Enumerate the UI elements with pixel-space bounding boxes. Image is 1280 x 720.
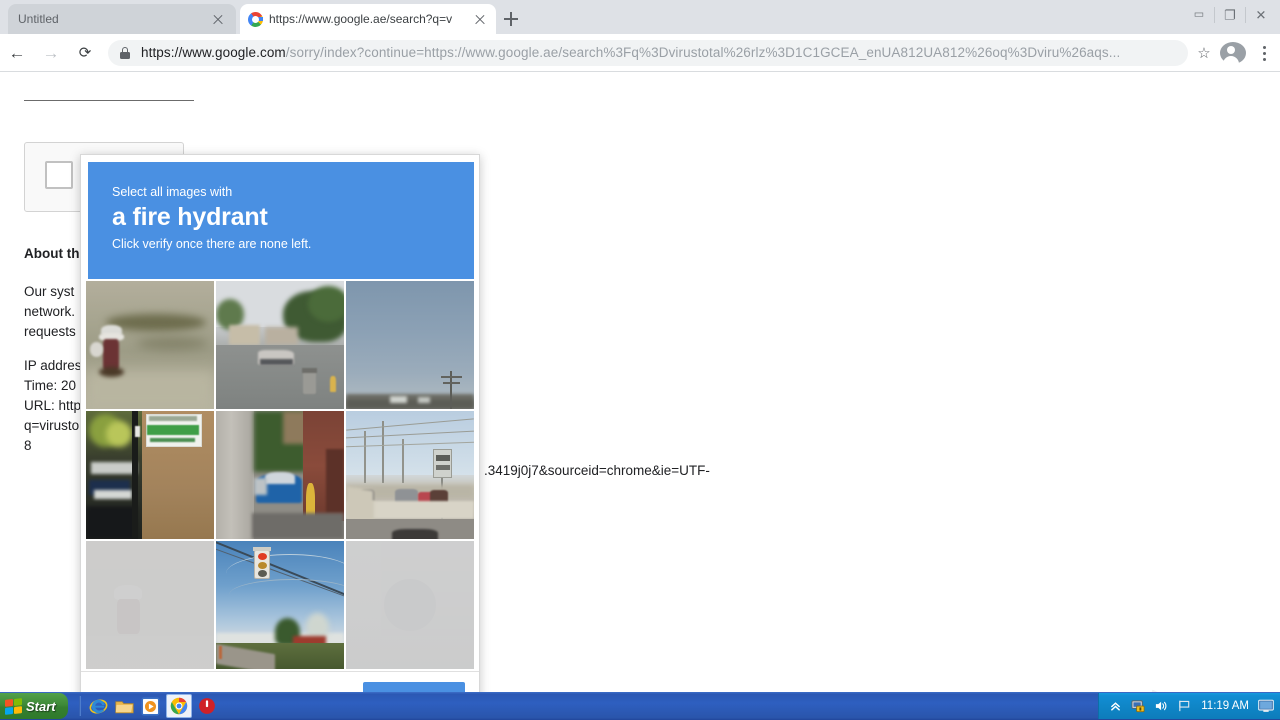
quick-launch-separator (78, 696, 81, 716)
challenge-tile-9[interactable] (346, 541, 474, 669)
challenge-tile-3[interactable] (346, 281, 474, 409)
chevron-up-icon[interactable] (1107, 698, 1123, 714)
recaptcha-challenge-panel: Select all images with a fire hydrant Cl… (80, 154, 480, 692)
sorry-url-tail: .3419j0j7&sourceid=chrome&ie=UTF- (484, 463, 710, 478)
taskbar-chrome-icon[interactable] (165, 694, 192, 718)
lock-icon (120, 46, 132, 59)
challenge-tile-1[interactable] (86, 281, 214, 409)
page-divider (24, 100, 194, 101)
volume-icon[interactable] (1153, 698, 1169, 714)
windows-logo-icon (5, 697, 22, 715)
challenge-header: Select all images with a fire hydrant Cl… (88, 162, 474, 279)
challenge-target-object: a fire hydrant (112, 203, 268, 231)
arrow-left-icon: ← (8, 43, 26, 62)
windows-taskbar: Start 11:19 AM (0, 692, 1280, 720)
tab-untitled-close-icon[interactable] (210, 11, 226, 27)
window-controls: ▭ ❐ ✕ (1184, 0, 1276, 30)
tab-google-search[interactable]: https://www.google.ae/search?q=v (240, 4, 496, 34)
profile-avatar-icon[interactable] (1220, 41, 1246, 66)
taskbar-stop-icon[interactable] (196, 695, 218, 717)
verify-button[interactable]: VERIFY (363, 681, 465, 692)
challenge-image-grid (86, 281, 476, 671)
close-icon: ✕ (1255, 7, 1267, 23)
challenge-tile-5[interactable] (216, 411, 344, 539)
taskbar-internet-explorer-icon[interactable] (88, 695, 110, 717)
reload-button[interactable]: ⟳ (68, 36, 102, 70)
page-content: About th Our syst network. requests IP a… (0, 72, 1280, 692)
recaptcha-checkbox[interactable] (45, 161, 73, 189)
browser-window: Untitled https://www.google.ae/search?q=… (0, 0, 1280, 720)
browser-toolbar: ← → ⟳ https://www.google.com/sorry/index… (0, 34, 1280, 72)
challenge-footer: VERIFY (81, 671, 479, 692)
network-icon[interactable] (1130, 698, 1146, 714)
challenge-instruction-prefix: Select all images with (112, 185, 233, 199)
challenge-hint: Click verify once there are none left. (112, 237, 312, 251)
restore-button[interactable]: ❐ (1215, 1, 1245, 29)
reload-icon: ⟳ (78, 44, 92, 61)
minimize-button[interactable]: ▭ (1184, 1, 1214, 29)
minimize-icon: ▭ (1193, 8, 1205, 21)
chrome-menu-icon[interactable] (1252, 38, 1276, 68)
arrow-right-icon: → (42, 43, 60, 62)
address-bar-path: /sorry/index?continue=https://www.google… (285, 45, 1121, 60)
challenge-tile-6[interactable] (346, 411, 474, 539)
tab-google-search-label: https://www.google.ae/search?q=v (269, 12, 453, 26)
tab-untitled-label: Untitled (18, 12, 59, 26)
taskbar-media-player-icon[interactable] (140, 695, 162, 717)
restore-icon: ❐ (1224, 7, 1236, 23)
new-tab-button[interactable] (500, 8, 522, 30)
tab-untitled[interactable]: Untitled (8, 4, 236, 34)
anyrun-watermark: ANY RUN (1048, 684, 1280, 692)
challenge-tile-7[interactable] (86, 541, 214, 669)
taskbar-clock[interactable]: 11:19 AM (1201, 700, 1249, 712)
address-bar-text: https://www.google.com/sorry/index?conti… (141, 45, 1178, 60)
start-button[interactable]: Start (0, 693, 68, 719)
system-tray: 11:19 AM (1098, 693, 1280, 719)
tab-google-search-close-icon[interactable] (472, 11, 488, 27)
challenge-tile-4[interactable] (86, 411, 214, 539)
close-button[interactable]: ✕ (1246, 1, 1276, 29)
bookmark-star-icon[interactable]: ☆ (1194, 44, 1214, 62)
challenge-tile-8[interactable] (216, 541, 344, 669)
address-bar[interactable]: https://www.google.com/sorry/index?conti… (108, 39, 1188, 66)
taskbar-folder-icon[interactable] (114, 695, 136, 717)
monitor-icon[interactable] (1258, 698, 1274, 714)
back-button[interactable]: ← (0, 36, 34, 70)
tab-strip: Untitled https://www.google.ae/search?q=… (0, 0, 1280, 34)
start-button-label: Start (26, 698, 56, 714)
forward-button[interactable]: → (34, 36, 68, 70)
address-bar-host: https://www.google.com (141, 45, 286, 60)
google-favicon-icon (248, 11, 263, 27)
challenge-tile-2[interactable] (216, 281, 344, 409)
flag-icon[interactable] (1176, 698, 1192, 714)
